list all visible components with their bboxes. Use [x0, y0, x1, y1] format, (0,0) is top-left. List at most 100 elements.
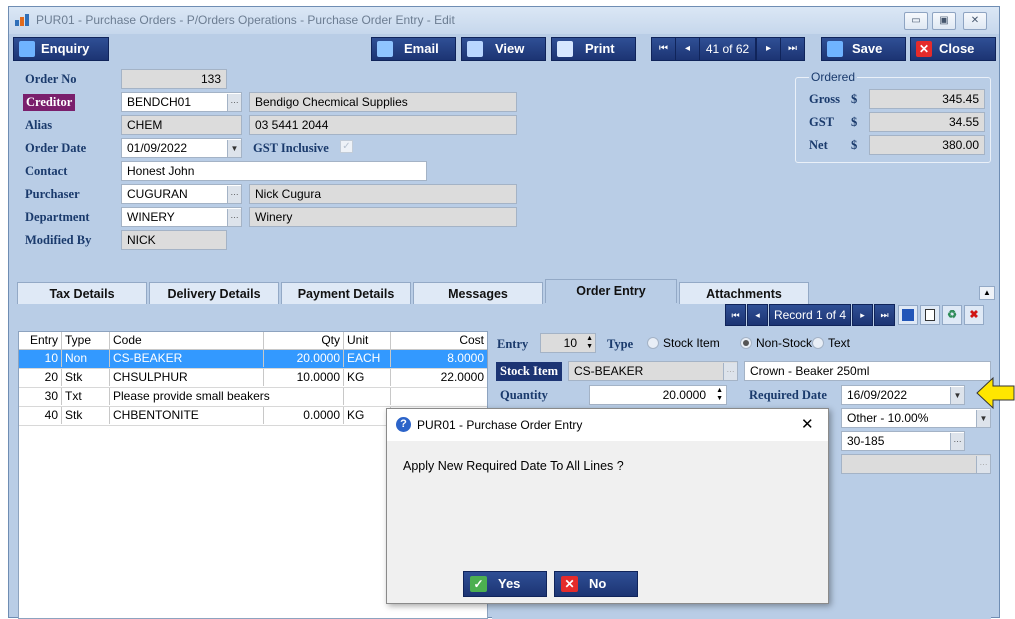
- creditor-code-field[interactable]: BENDCH01 ···: [121, 92, 242, 112]
- cell-cost: 8.0000: [447, 351, 484, 365]
- extra-lookup-button[interactable]: ···: [976, 456, 990, 473]
- purchaser-lookup-button[interactable]: ···: [227, 186, 241, 203]
- last-line-button[interactable]: ⏭: [874, 304, 895, 326]
- minimize-button[interactable]: ▭: [904, 12, 928, 30]
- yes-button[interactable]: ✓ Yes: [463, 571, 547, 597]
- col-entry[interactable]: Entry: [19, 332, 62, 349]
- radio-icon: [647, 337, 659, 349]
- order-date-dropdown-icon[interactable]: ▼: [227, 140, 241, 157]
- required-date-dropdown-icon[interactable]: ▼: [950, 387, 964, 404]
- recycle-icon[interactable]: ♻: [942, 305, 962, 325]
- type-radio-stock[interactable]: Stock Item: [647, 336, 720, 350]
- tax-code-dropdown-icon[interactable]: ▼: [976, 410, 990, 427]
- quantity-field[interactable]: 20.0000 ▲ ▼: [589, 385, 727, 405]
- entry-spinner[interactable]: 10 ▲ ▼: [540, 333, 596, 353]
- cell-qty: 0.0000: [264, 407, 344, 424]
- purchaser-code-field[interactable]: CUGURAN ···: [121, 184, 242, 204]
- contact-label: Contact: [25, 164, 68, 178]
- question-icon: ?: [396, 417, 411, 432]
- account-lookup-button[interactable]: ···: [950, 433, 964, 450]
- modified-by-label: Modified By: [25, 233, 92, 247]
- radio-selected-icon: [740, 337, 752, 349]
- gst-field: 34.55: [869, 112, 985, 132]
- save-line-icon[interactable]: [898, 305, 918, 325]
- next-line-button[interactable]: ▸: [852, 304, 873, 326]
- window-close-button[interactable]: ✕: [963, 12, 987, 30]
- first-record-button[interactable]: ⏮: [651, 37, 676, 61]
- stock-item-code-field[interactable]: CS-BEAKER ···: [568, 361, 738, 381]
- order-no-field[interactable]: 133: [121, 69, 227, 89]
- quantity-spinner-icon[interactable]: ▲ ▼: [716, 387, 723, 403]
- quantity-label: Quantity: [500, 388, 548, 402]
- modified-by-field: NICK: [121, 230, 227, 250]
- cell-code: CS-BEAKER: [110, 350, 264, 367]
- next-record-button[interactable]: ▸: [756, 37, 781, 61]
- tax-code-field[interactable]: Other - 10.00% ▼: [841, 408, 991, 428]
- col-code[interactable]: Code: [110, 332, 264, 349]
- view-button[interactable]: View: [461, 37, 546, 61]
- order-date-label: Order Date: [25, 141, 87, 155]
- purchaser-label: Purchaser: [25, 187, 80, 201]
- last-record-button[interactable]: ⏭: [780, 37, 805, 61]
- spinner-arrows-icon[interactable]: ▲ ▼: [586, 335, 593, 351]
- net-label: Net: [809, 138, 828, 152]
- dialog-close-icon[interactable]: ✕: [801, 415, 814, 433]
- new-line-icon[interactable]: [920, 305, 940, 325]
- save-button[interactable]: Save: [821, 37, 906, 61]
- email-button[interactable]: Email: [371, 37, 456, 61]
- tab-messages[interactable]: Messages: [413, 282, 543, 304]
- stock-item-label[interactable]: Stock Item: [496, 362, 562, 381]
- type-label: Type: [607, 337, 634, 351]
- table-row[interactable]: 20 Stk CHSULPHUR 10.0000 KG 22.0000: [19, 369, 487, 388]
- col-cost[interactable]: Cost: [391, 332, 487, 349]
- department-code-field[interactable]: WINERY ···: [121, 207, 242, 227]
- tab-delivery-details[interactable]: Delivery Details: [149, 282, 279, 304]
- tab-attachments[interactable]: Attachments: [679, 282, 809, 304]
- order-date-field[interactable]: 01/09/2022 ▼: [121, 138, 242, 158]
- creditor-lookup-button[interactable]: ···: [227, 94, 241, 111]
- col-type[interactable]: Type: [62, 332, 110, 349]
- toolbar: Enquiry Email View Print ⏮ ◂ 41 of 62 ▸ …: [9, 34, 999, 64]
- no-button[interactable]: ✕ No: [554, 571, 638, 597]
- department-name-field: Winery: [249, 207, 517, 227]
- tab-order-entry[interactable]: Order Entry: [545, 279, 677, 303]
- tab-payment-details[interactable]: Payment Details: [281, 282, 411, 304]
- view-icon: [467, 41, 483, 57]
- contact-field[interactable]: Honest John: [121, 161, 427, 181]
- delete-line-icon[interactable]: ✖: [964, 305, 984, 325]
- col-qty[interactable]: Qty: [264, 332, 344, 349]
- close-button[interactable]: ✕ Close: [910, 37, 996, 61]
- enquiry-button[interactable]: Enquiry: [13, 37, 109, 61]
- stock-item-lookup-button[interactable]: ···: [723, 363, 737, 380]
- required-date-field[interactable]: 16/09/2022 ▼: [841, 385, 965, 405]
- first-line-button[interactable]: ⏮: [725, 304, 746, 326]
- cell-type: Stk: [62, 369, 110, 386]
- print-button[interactable]: Print: [551, 37, 636, 61]
- gst-inclusive-checkbox[interactable]: ✓: [340, 140, 353, 153]
- record-position: 41 of 62: [699, 37, 756, 61]
- maximize-button[interactable]: ▣: [932, 12, 956, 30]
- prev-line-button[interactable]: ◂: [747, 304, 768, 326]
- type-radio-text[interactable]: Text: [812, 336, 850, 350]
- prev-record-button[interactable]: ◂: [675, 37, 700, 61]
- cell-unit: KG: [344, 407, 391, 424]
- extra-lookup-field[interactable]: ···: [841, 454, 991, 474]
- cell-entry: 40: [19, 407, 62, 424]
- table-row[interactable]: 10 Non CS-BEAKER 20.0000 EACH 8.0000: [19, 350, 487, 369]
- type-radio-non-stock[interactable]: Non-Stock: [740, 336, 812, 350]
- required-date-label: Required Date: [749, 388, 827, 402]
- department-lookup-button[interactable]: ···: [227, 209, 241, 226]
- stock-item-desc-field[interactable]: Crown - Beaker 250ml: [744, 361, 991, 381]
- cell-unit: EACH: [344, 350, 391, 367]
- tab-tax-details[interactable]: Tax Details: [17, 282, 147, 304]
- line-record-position: Record 1 of 4: [769, 304, 851, 326]
- account-field[interactable]: 30-185 ···: [841, 431, 965, 451]
- save-icon: [827, 41, 843, 57]
- table-row[interactable]: 30 Txt Please provide small beakers: [19, 388, 487, 407]
- collapse-panel-icon[interactable]: ▲: [979, 286, 995, 300]
- col-unit[interactable]: Unit: [344, 332, 391, 349]
- creditor-label[interactable]: Creditor: [23, 94, 76, 111]
- gst-inclusive-label: GST Inclusive: [253, 141, 329, 155]
- order-no-label: Order No: [25, 72, 77, 86]
- cell-unit: KG: [344, 369, 391, 386]
